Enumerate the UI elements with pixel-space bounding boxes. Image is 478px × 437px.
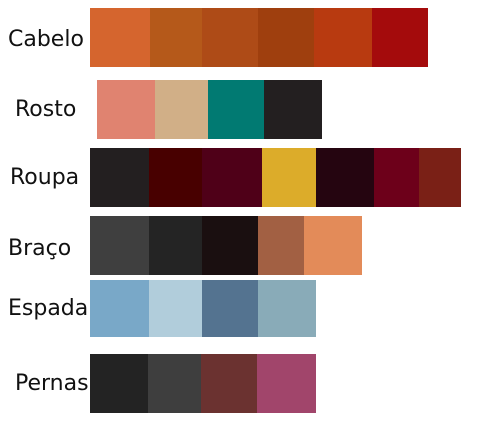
color-swatch-rosto-4 bbox=[264, 80, 322, 139]
color-swatch-pernas-4 bbox=[257, 354, 316, 413]
color-swatch-cabelo-5 bbox=[314, 8, 372, 67]
color-swatch-cabelo-4 bbox=[258, 8, 314, 67]
color-swatch-cabelo-1 bbox=[90, 8, 150, 67]
color-swatch-pernas-2 bbox=[148, 354, 201, 413]
row-label-roupa: Roupa bbox=[10, 165, 80, 190]
color-swatch-espada-3 bbox=[202, 280, 258, 337]
swatches-roupa bbox=[90, 148, 461, 207]
color-swatch-braco-1 bbox=[90, 216, 149, 275]
color-swatch-rosto-2 bbox=[155, 80, 208, 139]
color-swatch-pernas-1 bbox=[90, 354, 148, 413]
color-swatch-roupa-5 bbox=[316, 148, 374, 207]
color-swatch-roupa-2 bbox=[149, 148, 202, 207]
row-label-cabelo: Cabelo bbox=[8, 27, 84, 52]
color-swatch-rosto-1 bbox=[97, 80, 155, 139]
swatches-cabelo bbox=[90, 8, 428, 67]
color-swatch-roupa-1 bbox=[90, 148, 149, 207]
color-swatch-pernas-3 bbox=[201, 354, 257, 413]
color-swatch-roupa-7 bbox=[419, 148, 461, 207]
row-label-espada: Espada bbox=[8, 296, 89, 321]
color-swatch-roupa-4 bbox=[262, 148, 316, 207]
row-label-braco: Braço bbox=[8, 236, 72, 261]
swatches-espada bbox=[90, 280, 316, 337]
color-swatch-espada-4 bbox=[258, 280, 316, 337]
color-swatch-cabelo-6 bbox=[372, 8, 428, 67]
color-swatch-espada-2 bbox=[149, 280, 202, 337]
color-swatch-braco-2 bbox=[149, 216, 202, 275]
color-swatch-roupa-6 bbox=[374, 148, 419, 207]
color-swatch-braco-4 bbox=[258, 216, 304, 275]
color-swatch-roupa-3 bbox=[202, 148, 262, 207]
color-swatch-cabelo-2 bbox=[150, 8, 202, 67]
swatches-rosto bbox=[97, 80, 322, 139]
color-swatch-cabelo-3 bbox=[202, 8, 258, 67]
row-label-rosto: Rosto bbox=[15, 97, 77, 122]
swatches-braco bbox=[90, 216, 362, 275]
row-label-pernas: Pernas bbox=[15, 371, 89, 396]
color-swatch-espada-1 bbox=[90, 280, 149, 337]
color-swatch-braco-5 bbox=[304, 216, 362, 275]
color-swatch-rosto-3 bbox=[208, 80, 264, 139]
color-swatch-braco-3 bbox=[202, 216, 258, 275]
swatches-pernas bbox=[90, 354, 316, 413]
